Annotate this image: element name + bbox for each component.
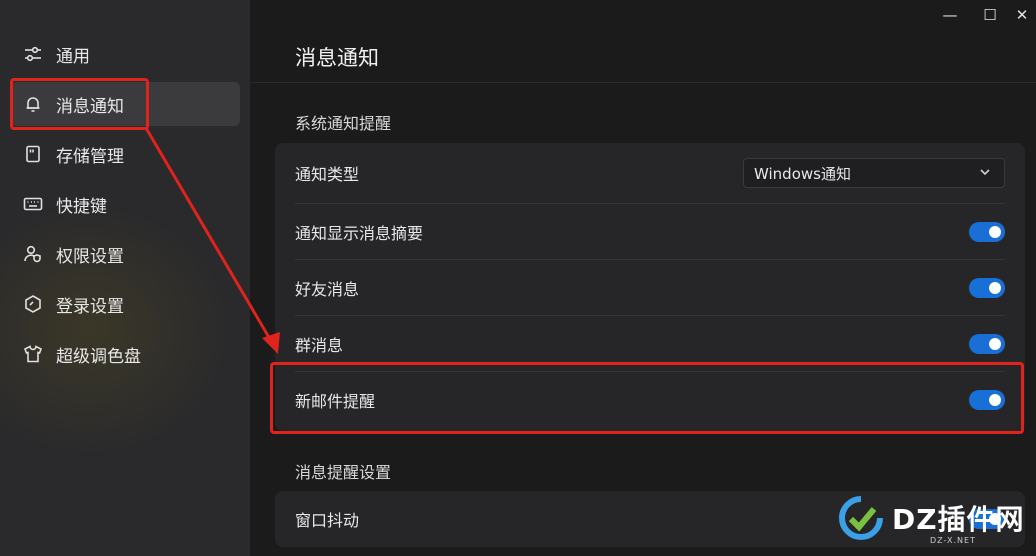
watermark-logo-icon — [839, 496, 883, 540]
friend-messages-toggle[interactable] — [969, 278, 1005, 298]
hexagon-check-icon — [22, 293, 44, 315]
minimize-icon: — — [942, 6, 958, 24]
chevron-down-icon — [978, 165, 992, 179]
sliders-icon — [22, 43, 44, 65]
sidebar-item-permissions[interactable]: 权限设置 — [10, 232, 240, 276]
select-value: Windows通知 — [754, 164, 851, 183]
page-title: 消息通知 — [295, 46, 379, 70]
show-summary-toggle[interactable] — [969, 222, 1005, 242]
title-divider — [250, 82, 1036, 83]
annotation-box-new-mail — [270, 362, 1024, 434]
annotation-box-sidebar — [10, 78, 149, 130]
close-button[interactable]: ✕ — [1010, 4, 1034, 26]
group-messages-toggle[interactable] — [969, 334, 1005, 354]
sidebar-item-shortcuts[interactable]: 快捷键 — [10, 182, 240, 226]
watermark-text: DZ插件网 — [892, 503, 1025, 536]
minimize-button[interactable]: — — [938, 4, 962, 26]
sidebar-item-label: 超级调色盘 — [56, 346, 141, 367]
sidebar-item-label: 权限设置 — [56, 246, 124, 267]
main-panel: — ☐ ✕ 消息通知 系统通知提醒 通知类型 Windows通知 通知显示消息摘… — [250, 0, 1036, 556]
sidebar-item-label: 快捷键 — [56, 196, 107, 217]
sidebar-item-palette[interactable]: 超级调色盘 — [10, 332, 240, 376]
row-label: 通知显示消息摘要 — [295, 224, 424, 243]
user-shield-icon — [22, 243, 44, 265]
notification-type-select[interactable]: Windows通知 — [743, 158, 1005, 188]
storage-icon — [22, 143, 44, 165]
row-label: 群消息 — [295, 336, 344, 355]
maximize-button[interactable]: ☐ — [978, 4, 1002, 26]
tshirt-icon — [22, 343, 44, 365]
row-label: 窗口抖动 — [295, 511, 360, 530]
row-label: 通知类型 — [295, 165, 360, 184]
row-show-summary: 通知显示消息摘要 — [275, 204, 1025, 260]
watermark: DZ插件网 DZ-X.NET — [838, 486, 1028, 550]
sidebar-item-label: 存储管理 — [56, 146, 124, 167]
close-icon: ✕ — [1015, 6, 1029, 24]
maximize-icon: ☐ — [983, 6, 997, 24]
watermark-subtext: DZ-X.NET — [930, 536, 976, 545]
sidebar-item-login[interactable]: 登录设置 — [10, 282, 240, 326]
row-label: 好友消息 — [295, 280, 360, 299]
sidebar-item-storage[interactable]: 存储管理 — [10, 132, 240, 176]
row-friend-messages: 好友消息 — [275, 260, 1025, 316]
sidebar-item-label: 登录设置 — [56, 296, 124, 317]
section-title-system-notifications: 系统通知提醒 — [295, 114, 392, 133]
row-notification-type: 通知类型 Windows通知 — [275, 145, 1025, 201]
sidebar-item-label: 通用 — [56, 46, 90, 67]
section-title-alert-settings: 消息提醒设置 — [295, 463, 392, 482]
keyboard-icon — [22, 193, 44, 215]
sidebar-item-general[interactable]: 通用 — [10, 32, 240, 76]
